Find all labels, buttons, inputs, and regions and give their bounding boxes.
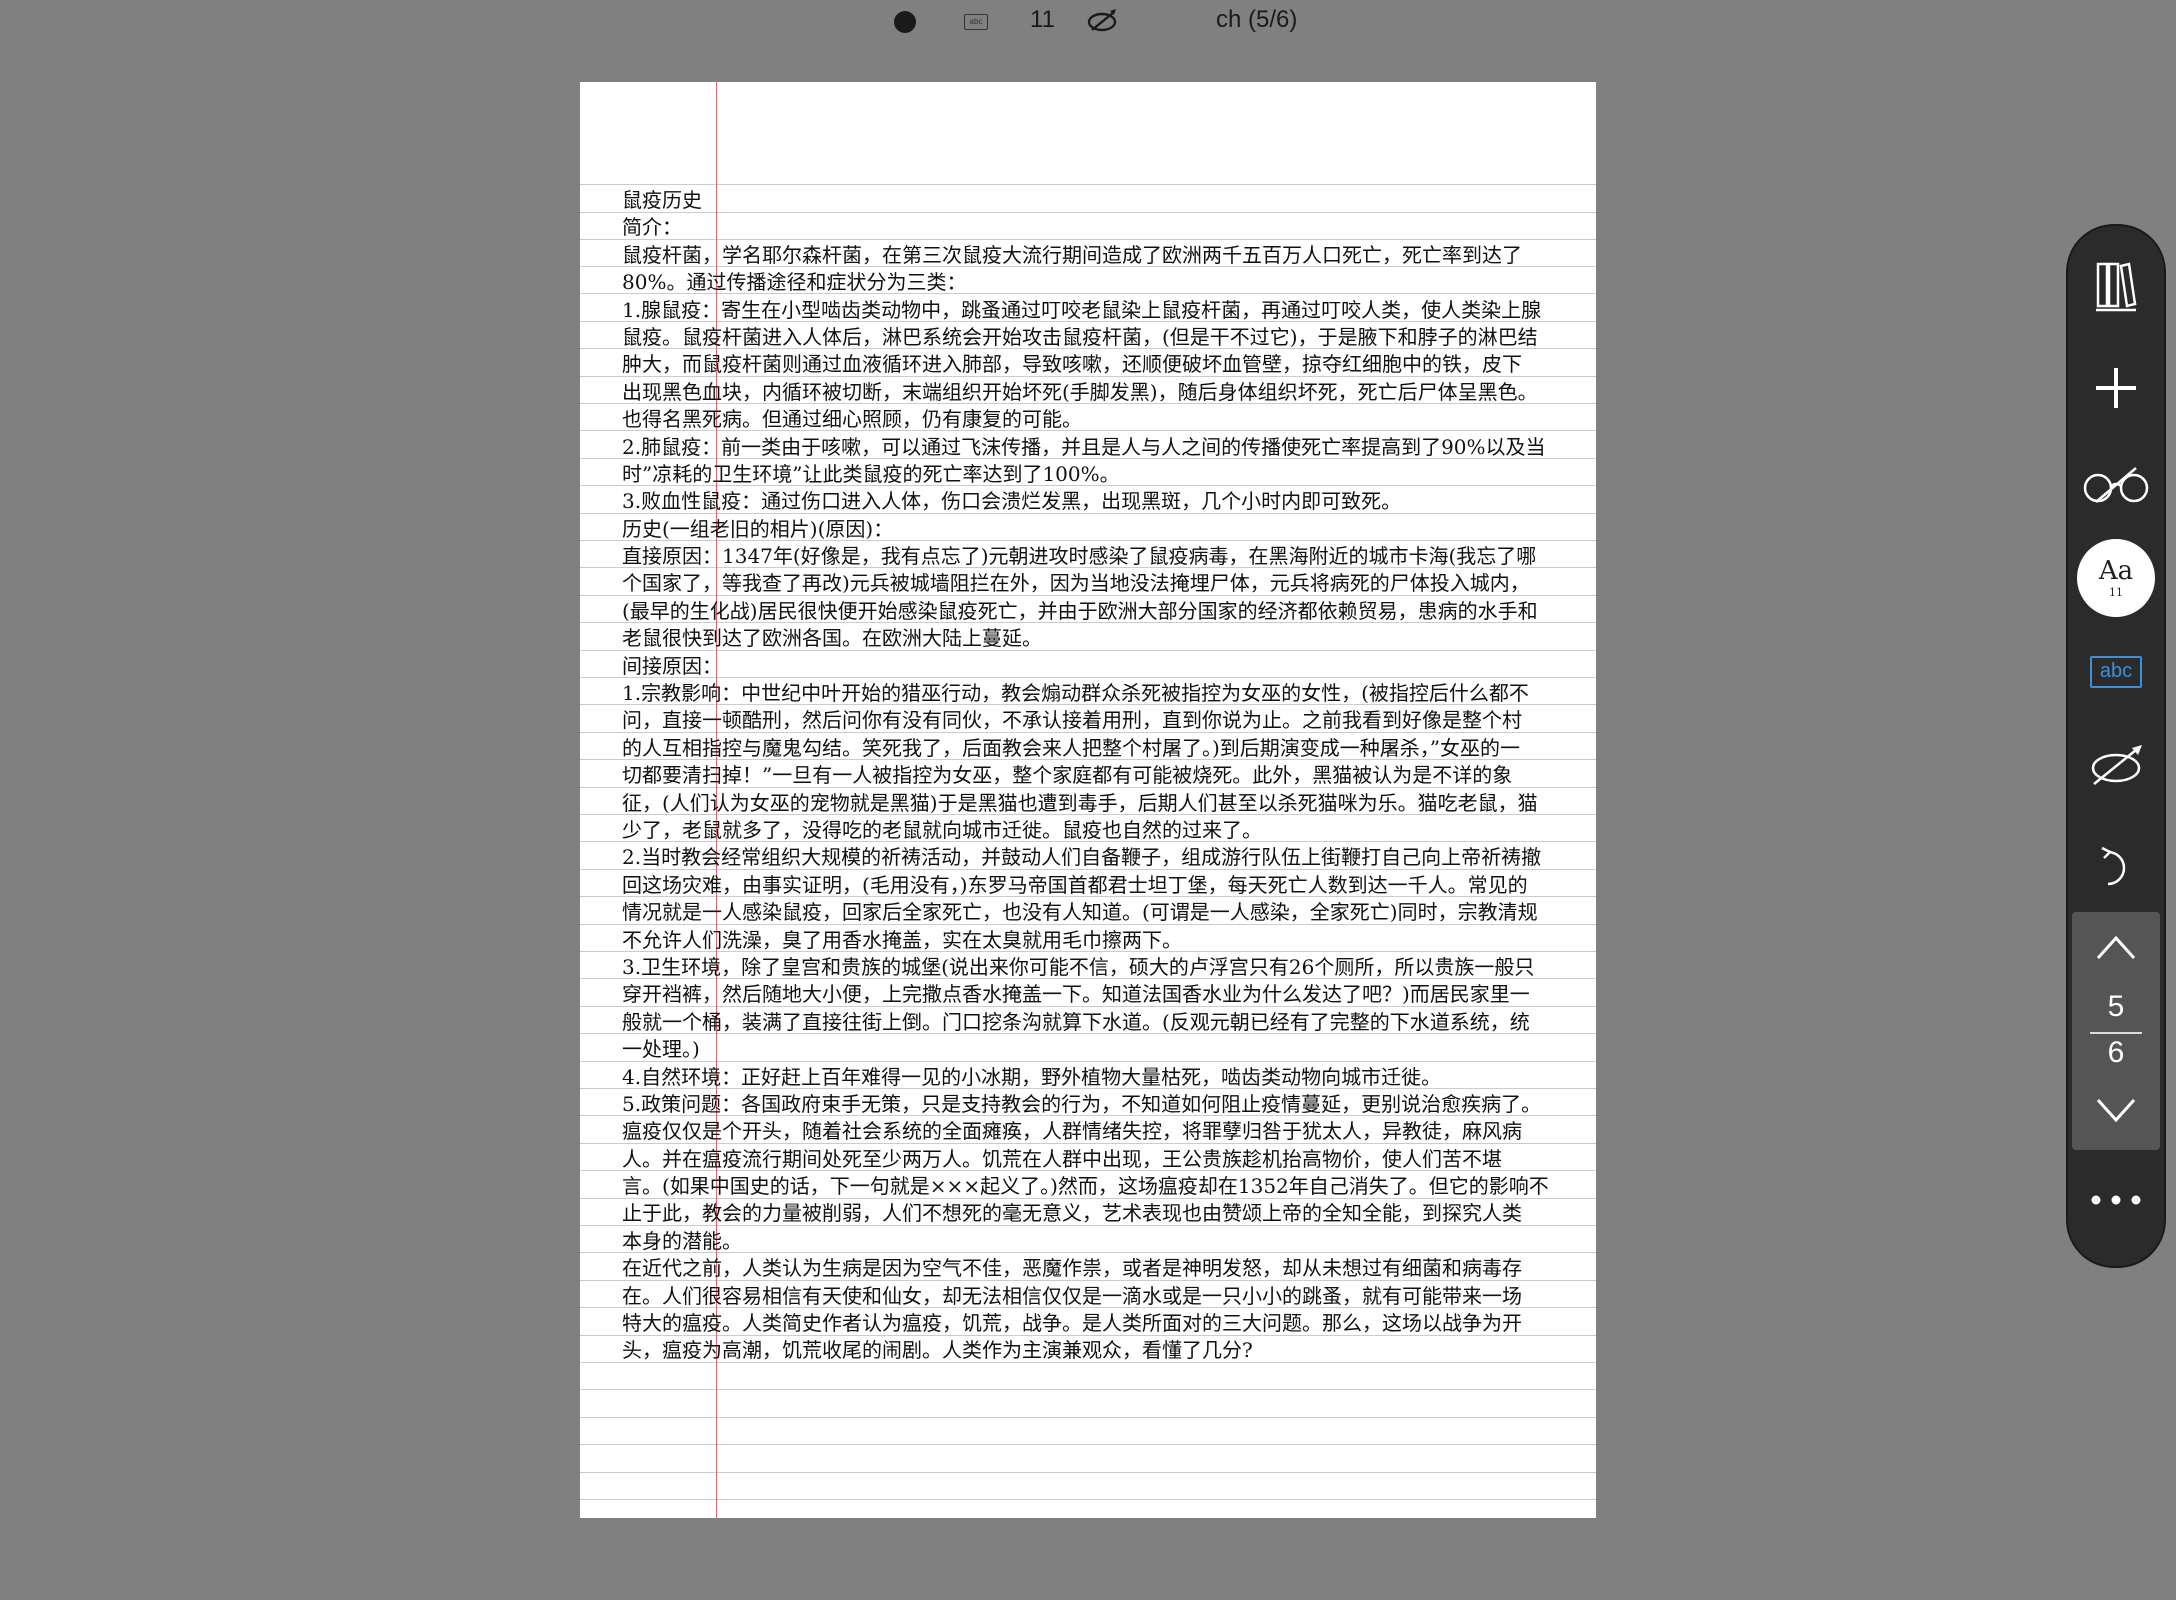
text-line: 5.政策问题：各国政府束手无策，只是支持教会的行为，不知道如何阻止疫情蔓延，更别… bbox=[622, 1091, 1542, 1116]
text-line: 4.自然环境：正好赶上百年难得一见的小冰期，野外植物大量枯死，啮齿类动物向城市迁… bbox=[622, 1064, 1442, 1089]
library-button[interactable] bbox=[2068, 246, 2164, 326]
record-dot-icon[interactable] bbox=[894, 11, 916, 33]
undo-button[interactable] bbox=[2068, 826, 2164, 906]
text-recognition-icon[interactable]: abc bbox=[964, 14, 988, 30]
text-line: 直接原因：1347年(好像是，我有点忘了)元朝进攻时感染了鼠疫病毒，在黑海附近的… bbox=[622, 544, 1537, 569]
text-line: 历史(一组老旧的相片)(原因)： bbox=[622, 516, 894, 541]
text-line: 80%。通过传播途径和症状分为三类： bbox=[622, 270, 967, 295]
font-button-label: Aa bbox=[2098, 555, 2134, 586]
text-line: 不允许人们洗澡，臭了用香水掩盖，实在太臭就用毛巾擦两下。 bbox=[622, 927, 1182, 952]
text-line: 头，瘟疫为高潮，饥荒收尾的闹剧。人类作为主演兼观众，看懂了几分? bbox=[622, 1338, 1253, 1363]
text-line: 1.腺鼠疫：寄生在小型啮齿类动物中，跳蚤通过叮咬老鼠染上鼠疫杆菌，再通过叮咬人类… bbox=[622, 297, 1542, 322]
text-line: 2.肺鼠疫：前一类由于咳嗽，可以通过飞沫传播，并且是人与人之间的传播使死亡率提高… bbox=[622, 434, 1546, 459]
text-line: 2.当时教会经常组织大规模的祈祷活动，并鼓动人们自备鞭子，组成游行队伍上街鞭打自… bbox=[622, 845, 1542, 870]
text-line: 的人互相指控与魔鬼勾结。笑死我了，后面教会来人把整个村屠了。)到后期演变成一种屠… bbox=[622, 735, 1521, 760]
total-pages: 6 bbox=[2107, 1036, 2125, 1069]
ruled-line bbox=[580, 1444, 1596, 1445]
text-line: 在。人们很容易相信有天使和仙女，却无法相信仅仅是一滴水或是一只小小的跳蚤，就有可… bbox=[622, 1283, 1522, 1308]
font-settings-button[interactable]: Aa 11 bbox=[2068, 538, 2164, 618]
hide-ink-button[interactable] bbox=[2068, 726, 2164, 806]
text-line: 穿开裆裤，然后随地大小便，上完撒点香水掩盖一下。知道法国香水业为什么发达了吧？)… bbox=[622, 982, 1530, 1007]
plus-icon bbox=[2096, 368, 2136, 408]
status-bar: abc 11 ch (5/6) bbox=[0, 0, 2176, 44]
page-separator bbox=[2090, 1032, 2142, 1034]
text-line: 个国家了，等我查了再改)元兵被城墙阻拦在外，因为当地没法掩埋尸体，元兵将病死的尸… bbox=[622, 571, 1530, 596]
text-line: 肿大，而鼠疫杆菌则通过血液循环进入肺部，导致咳嗽，还顺便破坏血管壁，掠夺红细胞中… bbox=[622, 352, 1522, 377]
text-line: 间接原因： bbox=[622, 653, 722, 678]
text-line: 切都要清扫掉！”一旦有一人被指控为女巫，整个家庭都有可能被烧死。此外，黑猫被认为… bbox=[622, 763, 1513, 788]
text-line: 在近代之前，人类认为生病是因为空气不佳，恶魔作祟，或者是神明发怒，却从未想过有细… bbox=[622, 1256, 1522, 1281]
text-line: 止于此，教会的力量被削弱，人们不想死的毫无意义，艺术表现也由赞颂上帝的全知全能，… bbox=[622, 1201, 1522, 1226]
text-line: 本身的潜能。 bbox=[622, 1228, 742, 1253]
text-line: 也得名黑死病。但通过细心照顾，仍有康复的可能。 bbox=[622, 407, 1082, 432]
text-line: 一处理。) bbox=[622, 1037, 700, 1062]
font-size-indicator: 11 bbox=[1030, 6, 1055, 33]
previous-page-button[interactable] bbox=[2096, 934, 2136, 960]
text-line: 问，直接一顿酷刑，然后问你有没有同伙，不承认接着用刑，直到你说为止。之前我看到好… bbox=[622, 708, 1522, 733]
ruled-line bbox=[580, 1389, 1596, 1390]
text-line: 1.宗教影响：中世纪中叶开始的猎巫行动，教会煽动群众杀死被指控为女巫的女性，(被… bbox=[622, 681, 1529, 706]
hide-ink-icon[interactable] bbox=[1086, 8, 1118, 34]
text-line: 人。并在瘟疫流行期间处死至少两万人。饥荒在人群中出现，王公贵族趁机抬高物价，使人… bbox=[622, 1146, 1502, 1171]
text-line: 情况就是一人感染鼠疫，回家后全家死亡，也没有人知道。(可谓是一人感染，全家死亡)… bbox=[622, 900, 1538, 925]
ruled-line bbox=[580, 1417, 1596, 1418]
document-text: 鼠疫历史简介： 鼠疫杆菌，学名耶尔森杆菌，在第三次鼠疫大流行期间造成了欧洲两千五百… bbox=[622, 187, 1566, 1365]
ruled-line bbox=[580, 184, 1596, 185]
text-line: 简介： bbox=[622, 215, 682, 240]
font-icon: Aa 11 bbox=[2077, 539, 2155, 617]
next-page-button[interactable] bbox=[2096, 1098, 2136, 1124]
reading-glasses-button[interactable] bbox=[2068, 444, 2164, 524]
text-line: 言。(如果中国史的话，下一句就是×××起义了。)然而，这场瘟疫却在1352年自己… bbox=[622, 1174, 1549, 1199]
text-line: 3.卫生环境，除了皇宫和贵族的城堡(说出来你可能不信，硕大的卢浮宫只有26个厕所… bbox=[622, 954, 1535, 979]
chapter-indicator: ch (5/6) bbox=[1216, 6, 1298, 33]
right-toolbar: Aa 11 abc 5 6 bbox=[2066, 224, 2166, 1268]
text-line: 征，(人们认为女巫的宠物就是黑猫)于是黑猫也遭到毒手，后期人们甚至以杀死猫咪为乐… bbox=[622, 790, 1538, 815]
text-line: 特大的瘟疫。人类简史作者认为瘟疫，饥荒，战争。是人类所面对的三大问题。那么，这场… bbox=[622, 1311, 1522, 1336]
text-line: 出现黑色血块，内循环被切断，末端组织开始坏死(手脚发黑)，随后身体组织坏死，死亡… bbox=[622, 379, 1538, 404]
hide-ink-icon bbox=[2091, 745, 2142, 785]
undo-icon bbox=[2101, 846, 2126, 886]
text-line: 瘟疫仅仅是个开头，随着社会系统的全面瘫痪，人群情绪失控，将罪孽归咎于犹太人，异教… bbox=[622, 1119, 1522, 1144]
text-line: 老鼠很快到达了欧洲各国。在欧洲大陆上蔓延。 bbox=[622, 626, 1042, 651]
text-recognition-button[interactable]: abc bbox=[2068, 632, 2164, 712]
text-line: 鼠疫杆菌，学名耶尔森杆菌，在第三次鼠疫大流行期间造成了欧洲两千五百万人口死亡，死… bbox=[622, 242, 1522, 267]
ruled-line bbox=[580, 1472, 1596, 1473]
text-line: 鼠疫历史 bbox=[622, 188, 702, 212]
more-icon bbox=[2091, 1195, 2141, 1205]
add-button[interactable] bbox=[2068, 348, 2164, 428]
text-line: 少了，老鼠就多了，没得吃的老鼠就向城市迁徙。鼠疫也自然的过来了。 bbox=[622, 817, 1262, 842]
current-page: 5 bbox=[2107, 990, 2125, 1023]
text-line: 鼠疫。鼠疫杆菌进入人体后，淋巴系统会开始攻击鼠疫杆菌，(但是干不过它)，于是腋下… bbox=[622, 324, 1538, 349]
font-button-size: 11 bbox=[2109, 585, 2123, 599]
library-icon bbox=[2096, 262, 2137, 312]
notebook-page[interactable]: 鼠疫历史简介： 鼠疫杆菌，学名耶尔森杆菌，在第三次鼠疫大流行期间造成了欧洲两千五百… bbox=[580, 82, 1596, 1518]
text-line: (最早的生化战)居民很快便开始感染鼠疫死亡，并由于欧洲大部分国家的经济都依赖贸易… bbox=[622, 598, 1538, 623]
text-line: 般就一个桶，装满了直接往街上倒。门口挖条沟就算下水道。(反观元朝已经有了完整的下… bbox=[622, 1009, 1530, 1034]
glasses-icon bbox=[2083, 467, 2149, 503]
text-line: 回这场灾难，由事实证明，(毛用没有，)东罗马帝国首都君士坦丁堡，每天死亡人数到达… bbox=[622, 872, 1528, 897]
abc-icon: abc bbox=[2090, 656, 2142, 688]
ruled-line bbox=[580, 1499, 1596, 1500]
page-navigator: 5 6 bbox=[2072, 912, 2160, 1150]
text-line: 时”凉耗的卫生环境”让此类鼠疫的死亡率达到了100%。 bbox=[622, 461, 1120, 486]
text-line: 3.败血性鼠疫：通过伤口进入人体，伤口会溃烂发黑，出现黑斑，几个小时内即可致死。 bbox=[622, 489, 1402, 514]
more-button[interactable] bbox=[2068, 1160, 2164, 1240]
